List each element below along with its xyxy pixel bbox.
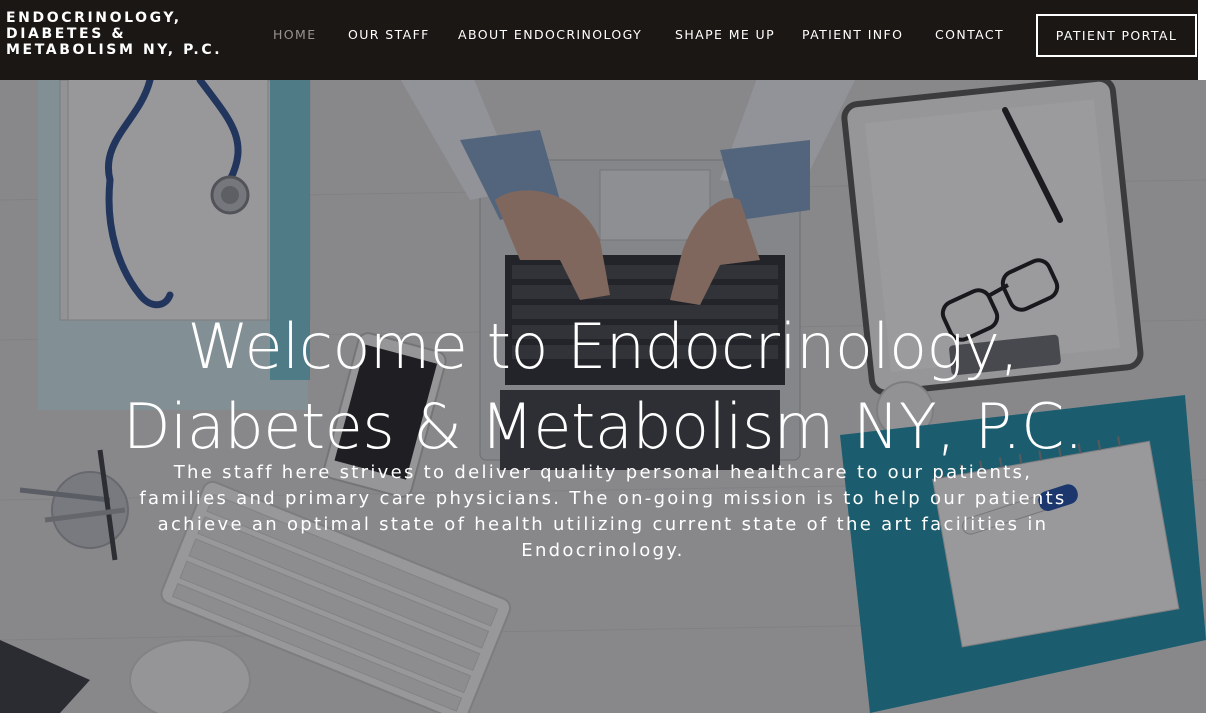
nav-item-shape-me-up[interactable]: SHAPE ME UP xyxy=(675,27,775,42)
site-header: ENDOCRINOLOGY, DIABETES & METABOLISM NY,… xyxy=(0,0,1198,80)
nav-item-home[interactable]: HOME xyxy=(273,27,317,42)
hero-title: Welcome to Endocrinology, Diabetes & Met… xyxy=(103,307,1103,467)
logo-line: ENDOCRINOLOGY, xyxy=(6,10,182,26)
nav-item-our-staff[interactable]: OUR STAFF xyxy=(348,27,430,42)
nav-item-about-endocrinology[interactable]: ABOUT ENDOCRINOLOGY xyxy=(458,27,642,42)
hero-description: The staff here strives to deliver qualit… xyxy=(139,462,1067,561)
nav-item-contact[interactable]: CONTACT xyxy=(935,27,1004,42)
patient-portal-button[interactable]: PATIENT PORTAL xyxy=(1036,14,1197,57)
logo-line: DIABETES & xyxy=(6,26,127,42)
logo-line: METABOLISM NY, P.C. xyxy=(6,42,223,58)
nav-item-patient-info[interactable]: PATIENT INFO xyxy=(802,27,903,42)
hero-section: Welcome to Endocrinology, Diabetes & Met… xyxy=(0,80,1206,713)
hero-title-line: Diabetes & Metabolism NY, P.C. xyxy=(122,389,1084,463)
hero-title-line: Welcome to Endocrinology, xyxy=(187,309,1019,383)
site-logo[interactable]: ENDOCRINOLOGY, DIABETES & METABOLISM NY,… xyxy=(6,10,236,58)
